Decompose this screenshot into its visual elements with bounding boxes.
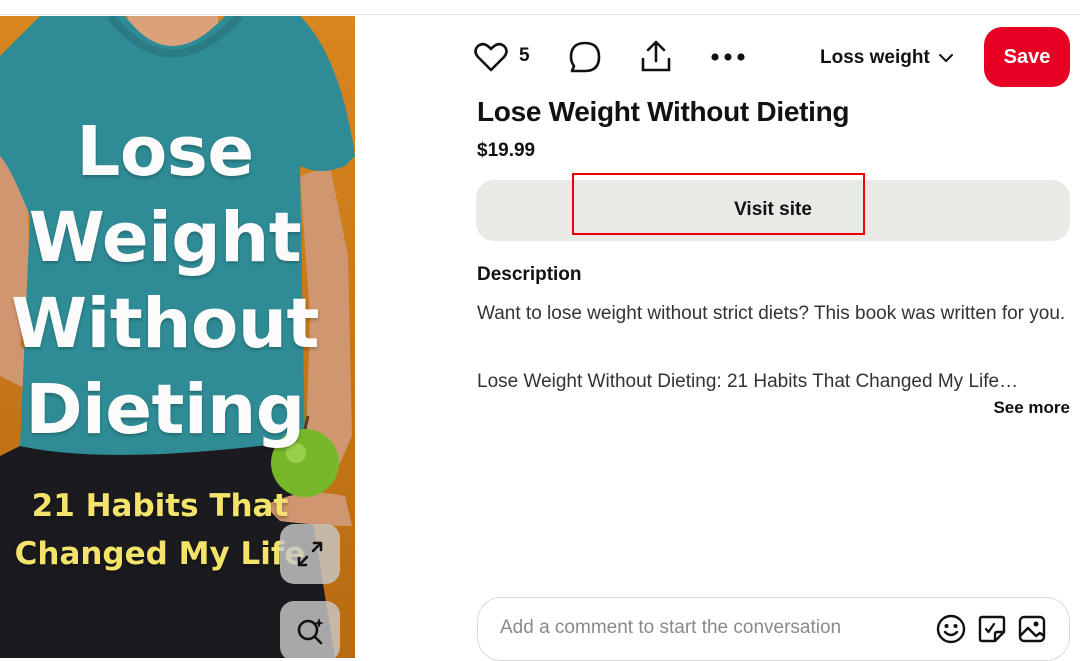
board-selector[interactable]: Loss weight <box>820 44 954 72</box>
comment-button[interactable] <box>566 38 604 76</box>
cover-title-line: Lose <box>76 112 254 192</box>
visual-search-button[interactable] <box>280 601 340 658</box>
top-divider <box>0 14 1080 15</box>
price: $19.99 <box>477 140 536 161</box>
comment-icon <box>569 41 601 73</box>
description-text: Want to lose weight without strict diets… <box>477 303 1066 324</box>
pin-title: Lose Weight Without Dieting <box>477 96 850 127</box>
heart-icon <box>474 42 508 72</box>
more-icon <box>711 53 745 61</box>
board-name: Loss weight <box>820 47 930 68</box>
pin-image[interactable]: Lose Weight Without Dieting 21 Habits Th… <box>0 16 355 658</box>
image-button[interactable] <box>1015 612 1049 646</box>
cover-title-line: Without <box>11 284 319 364</box>
share-icon <box>641 40 671 72</box>
sticker-button[interactable] <box>975 612 1009 646</box>
comment-input[interactable] <box>498 616 922 640</box>
cover-title-line: Dieting <box>25 370 305 450</box>
save-button[interactable]: Save <box>984 27 1070 87</box>
emoji-icon <box>936 614 966 644</box>
cover-subtitle-line: Changed My Life <box>14 536 306 572</box>
cover-subtitle-line: 21 Habits That <box>31 488 289 524</box>
visual-search-icon <box>297 618 324 645</box>
visit-site-label: Visit site <box>734 199 812 220</box>
image-icon <box>1018 615 1046 643</box>
expand-icon <box>297 541 323 567</box>
see-more-link[interactable]: See more <box>993 398 1070 418</box>
sticker-icon <box>978 615 1006 643</box>
like-button[interactable] <box>472 38 510 76</box>
cover-title-line: Weight <box>28 198 302 278</box>
emoji-button[interactable] <box>934 612 968 646</box>
chevron-down-icon <box>938 54 953 62</box>
share-button[interactable] <box>637 37 675 75</box>
comment-box <box>477 597 1070 661</box>
description-text-truncated: Lose Weight Without Dieting: 21 Habits T… <box>477 371 1019 392</box>
like-count: 5 <box>519 45 530 66</box>
visit-site-button[interactable]: Visit site <box>476 173 1070 241</box>
expand-button[interactable] <box>280 524 340 584</box>
description-heading: Description <box>477 264 582 285</box>
more-options-button[interactable] <box>708 40 748 74</box>
